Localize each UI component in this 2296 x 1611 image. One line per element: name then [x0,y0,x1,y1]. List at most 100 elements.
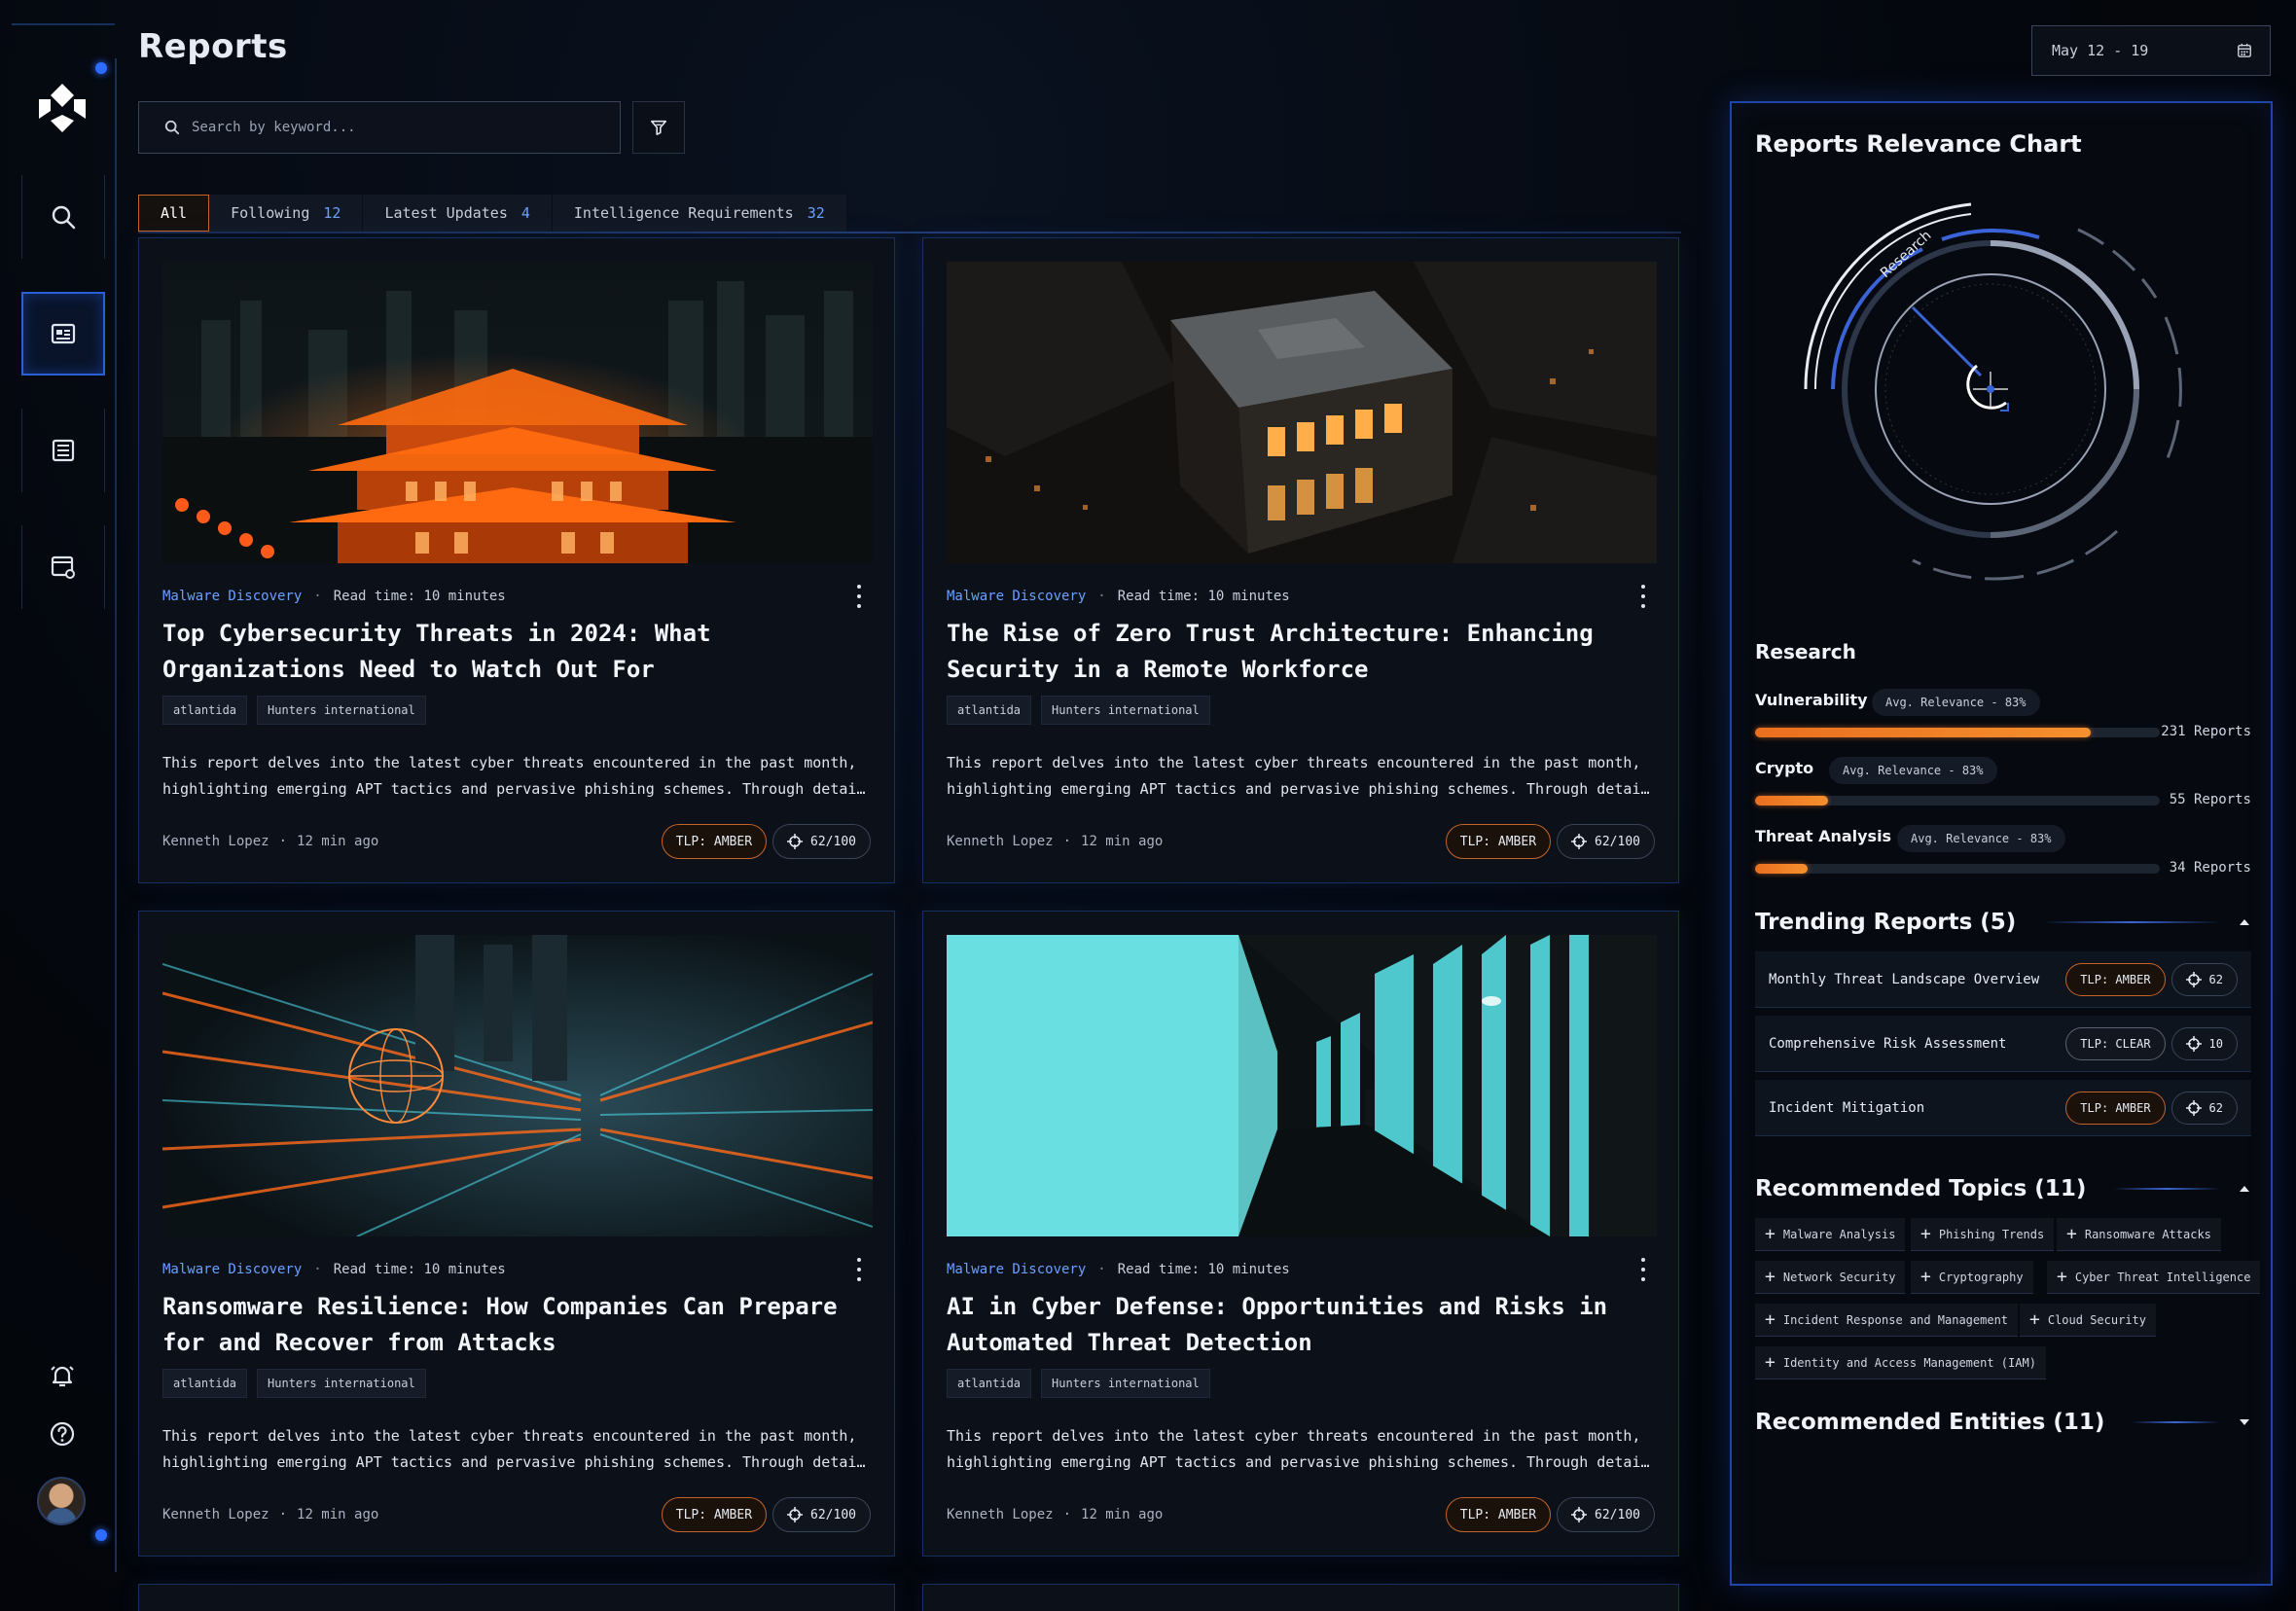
report-card[interactable]: Malware Discovery · Read time: 10 minute… [138,911,895,1557]
tab-all[interactable]: All [138,195,210,232]
help-button[interactable] [45,1416,80,1451]
score-badge: 62 [2170,962,2238,996]
report-card-partial[interactable] [922,1584,1679,1611]
tab-latest-updates[interactable]: Latest Updates 4 [363,195,553,232]
card-category[interactable]: Malware Discovery [162,1262,302,1277]
tag[interactable]: atlantida [947,696,1032,725]
topic-chip[interactable]: + Cloud Security [2020,1304,2156,1337]
sidebar-reports-button[interactable] [21,292,105,376]
recommended-topics-header[interactable]: Recommended Topics (11) [1755,1171,2251,1206]
card-category[interactable]: Malware Discovery [947,1262,1086,1277]
topic-chip[interactable]: + Cyber Threat Intelligence [2047,1261,2261,1294]
report-card[interactable]: Malware Discovery · Read time: 10 minute… [922,237,1679,883]
radar-arc [1813,213,1972,390]
tag[interactable]: Hunters international [1041,1369,1210,1398]
card-read-time: Read time: 10 minutes [1117,589,1290,604]
card-tags: atlantida Hunters international [947,1369,1210,1398]
avatar[interactable] [37,1477,86,1525]
topic-label: Identity and Access Management (IAM) [1782,1355,2036,1370]
radar-center [1966,364,2007,410]
topic-label: Cloud Security [2047,1312,2146,1327]
card-time: 12 min ago [297,834,379,849]
tag[interactable]: atlantida [162,696,248,725]
card-description-line: highlighting emerging APT tactics and pe… [947,780,1657,798]
trending-report-item[interactable]: Monthly Threat Landscape Overview TLP: A… [1755,951,2251,1008]
insights-panel: Reports Relevance Chart Research Researc… [1730,101,2273,1586]
tag[interactable]: Hunters international [1041,696,1210,725]
trending-badges: TLP: AMBER 62 [2065,962,2238,996]
card-tags: atlantida Hunters international [162,1369,426,1398]
card-meta: Malware Discovery · Read time: 10 minute… [162,589,506,604]
topic-label: Phishing Trends [1938,1227,2045,1241]
sidebar-news-button[interactable] [21,409,105,492]
topic-chip[interactable]: + Ransomware Attacks [2057,1218,2221,1251]
tab-following[interactable]: Following 12 [209,195,364,232]
date-range-picker[interactable]: May 12 - 19 [2031,25,2271,76]
card-title[interactable]: Top Cybersecurity Threats in 2024: What … [162,616,843,688]
trending-report-name: Monthly Threat Landscape Overview [1769,971,2040,987]
topic-chip[interactable]: + Cryptography [1911,1261,2033,1294]
card-title[interactable]: The Rise of Zero Trust Architecture: Enh… [947,616,1628,688]
card-title[interactable]: AI in Cyber Defense: Opportunities and R… [947,1289,1628,1361]
search-box[interactable] [138,101,621,154]
trending-report-item[interactable]: Comprehensive Risk Assessment TLP: CLEAR… [1755,1016,2251,1072]
trending-report-item[interactable]: Incident Mitigation TLP: AMBER 62 [1755,1080,2251,1136]
card-time: 12 min ago [1081,834,1164,849]
relevance-row-threat-analysis: Threat Analysis Avg. Relevance - 83% 34 … [1755,825,2251,885]
card-badges: TLP: AMBER 62/100 [661,824,871,859]
more-options-icon[interactable] [853,585,865,608]
topic-chip[interactable]: + Identity and Access Management (IAM) [1755,1346,2046,1379]
card-tags: atlantida Hunters international [162,696,426,725]
topic-chip[interactable]: + Network Security [1755,1261,1906,1294]
more-options-icon[interactable] [1637,1258,1649,1281]
notifications-button[interactable] [45,1358,80,1393]
target-icon [787,1507,804,1522]
topic-label: Cyber Threat Intelligence [2074,1270,2251,1284]
score-badge: 62 [2170,1091,2238,1125]
chevron-up-icon[interactable] [2238,1182,2251,1196]
section-divider [2043,921,2220,923]
card-description-line: This report delves into the latest cyber… [162,1427,857,1445]
author-name: Kenneth Lopez [162,834,269,849]
separator: · [313,1262,322,1277]
card-author: Kenneth Lopez · 12 min ago [947,834,1164,849]
tag[interactable]: Hunters international [257,1369,426,1398]
app-logo[interactable] [35,82,90,136]
topic-chip[interactable]: + Malware Analysis [1755,1218,1906,1251]
plus-icon: + [2057,1266,2067,1287]
topic-chip[interactable]: + Incident Response and Management [1755,1304,2019,1337]
target-icon [2185,1035,2202,1052]
help-icon [50,1421,75,1447]
filter-button[interactable] [632,101,685,154]
news-icon [52,439,75,462]
score-value: 62/100 [810,1507,856,1522]
settings-window-icon [51,555,75,579]
card-category[interactable]: Malware Discovery [162,589,302,604]
tag[interactable]: atlantida [162,1369,248,1398]
tag[interactable]: Hunters international [257,696,426,725]
chevron-up-icon[interactable] [2238,915,2251,929]
report-card-partial[interactable] [138,1584,895,1611]
score-value: 62 [2208,1100,2223,1115]
card-category[interactable]: Malware Discovery [947,589,1086,604]
card-read-time: Read time: 10 minutes [333,1262,506,1277]
sidebar-settings-button[interactable] [21,525,105,609]
plus-icon: + [1765,1266,1776,1287]
tab-intelligence-requirements[interactable]: Intelligence Requirements 32 [552,195,847,232]
tag[interactable]: atlantida [947,1369,1032,1398]
radar-ring-progress [1990,388,2139,538]
chevron-down-icon[interactable] [2238,1415,2251,1429]
sidebar-search-button[interactable] [21,175,105,259]
more-options-icon[interactable] [853,1258,865,1281]
more-options-icon[interactable] [1637,585,1649,608]
tab-count: 32 [807,204,825,222]
recommended-entities-header[interactable]: Recommended Entities (11) [1755,1405,2251,1440]
tlp-badge: TLP: AMBER [1445,1497,1552,1532]
report-card[interactable]: Malware Discovery · Read time: 10 minute… [138,237,895,883]
trending-reports-header[interactable]: Trending Reports (5) [1755,905,2251,940]
topic-chip[interactable]: + Phishing Trends [1911,1218,2055,1251]
card-author: Kenneth Lopez · 12 min ago [947,1507,1164,1522]
report-card[interactable]: Malware Discovery · Read time: 10 minute… [922,911,1679,1557]
card-title[interactable]: Ransomware Resilience: How Companies Can… [162,1289,843,1361]
search-input[interactable] [192,120,581,135]
